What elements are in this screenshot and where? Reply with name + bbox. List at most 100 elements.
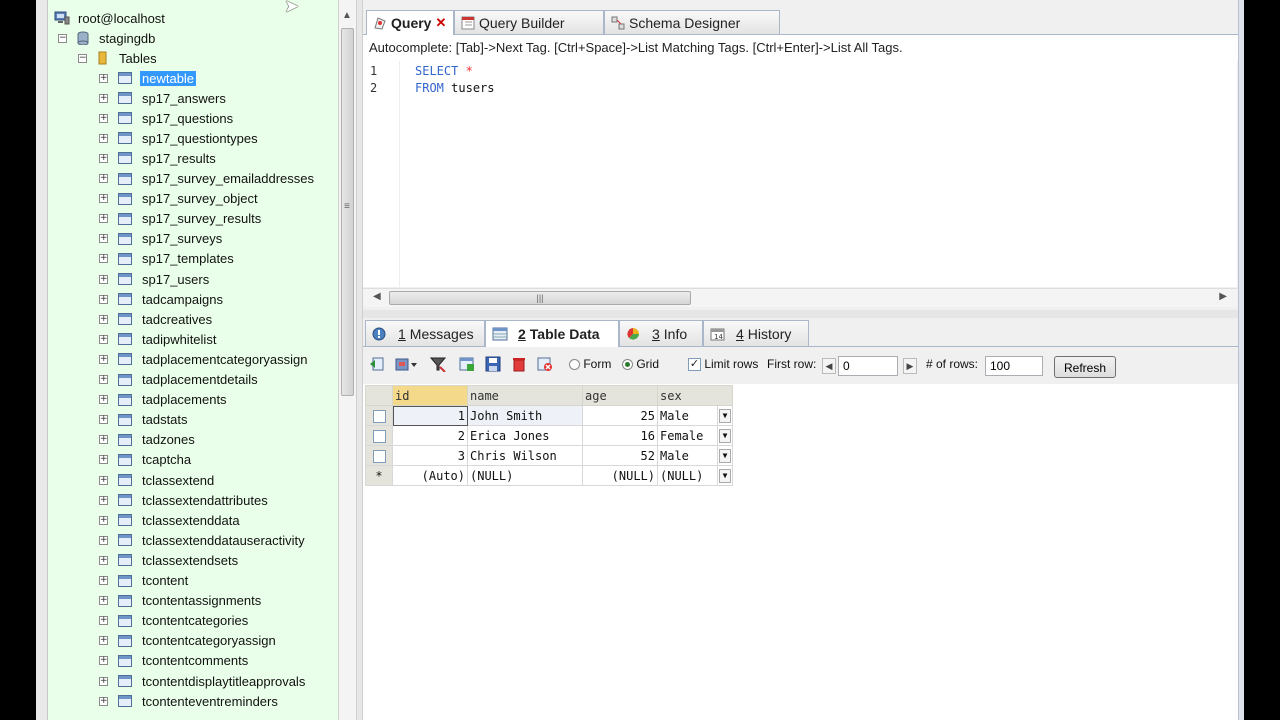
editor-hscrollbar[interactable]: ◀ ||| ▶ <box>363 288 1237 307</box>
cell-sex[interactable]: Female <box>657 425 718 446</box>
tree-table-item[interactable]: + tcontent <box>99 571 190 591</box>
code-line[interactable]: SELECT * <box>415 64 473 78</box>
tree-table-item[interactable]: + sp17_answers <box>99 88 228 108</box>
delete-icon[interactable] <box>511 356 527 372</box>
cell-id[interactable]: 2 <box>392 425 468 446</box>
tree-table-item[interactable]: + tcontentdisplaytitleapprovals <box>99 671 307 691</box>
tree-table-item[interactable]: + tcaptcha <box>99 450 193 470</box>
expand-icon[interactable]: + <box>99 576 108 585</box>
collapse-icon[interactable]: − <box>78 53 87 63</box>
filter-icon[interactable] <box>429 356 447 373</box>
row-checkbox[interactable] <box>372 409 386 423</box>
tree-table-item[interactable]: + tadplacements <box>99 390 229 410</box>
view-form-option[interactable]: Form <box>569 357 611 371</box>
cell-name[interactable]: Erica Jones <box>467 425 583 446</box>
tree-table-item[interactable]: + sp17_questions <box>99 108 235 128</box>
dropdown-arrow-icon[interactable]: ▼ <box>719 448 731 463</box>
copy-dropdown-icon[interactable] <box>395 356 419 372</box>
expand-icon[interactable]: + <box>99 636 108 646</box>
tab-query-builder[interactable]: Query Builder <box>454 10 604 34</box>
vertical-splitter[interactable] <box>356 0 363 720</box>
cell-sex[interactable]: (NULL) <box>657 465 718 486</box>
cell-id[interactable]: 1 <box>392 405 468 426</box>
expand-icon[interactable]: + <box>99 455 108 465</box>
column-header-name[interactable]: name <box>467 385 583 406</box>
expand-icon[interactable]: + <box>99 113 108 123</box>
expand-icon[interactable]: + <box>99 415 108 425</box>
tree-table-item[interactable]: + tadipwhitelist <box>99 329 218 349</box>
table-row[interactable]: 1 John Smith 25 Male ▼ <box>365 405 733 426</box>
tab-query[interactable]: Query ✕ <box>366 10 454 35</box>
tab-schema-designer[interactable]: Schema Designer <box>604 10 780 34</box>
tab-history[interactable]: 14 4 History <box>703 320 809 346</box>
tab-info[interactable]: 3 Info <box>619 320 703 346</box>
expand-icon[interactable]: + <box>99 174 108 183</box>
scroll-right-icon[interactable]: ▶ <box>1219 291 1227 302</box>
tree-table-item[interactable]: + sp17_survey_results <box>99 209 263 229</box>
tree-connection[interactable]: root@localhost <box>54 8 167 28</box>
expand-icon[interactable]: + <box>99 495 108 505</box>
tree-table-item[interactable]: + sp17_templates <box>99 249 236 269</box>
scroll-up-icon[interactable]: ▲ <box>342 10 352 21</box>
expand-icon[interactable]: + <box>99 254 108 264</box>
expand-icon[interactable]: + <box>99 375 108 384</box>
refresh-button[interactable]: Refresh <box>1054 356 1116 378</box>
cell-age[interactable]: 52 <box>582 445 658 466</box>
close-tab-icon[interactable]: ✕ <box>435 15 446 31</box>
cell-age[interactable]: (NULL) <box>582 465 658 486</box>
expand-icon[interactable]: + <box>99 676 108 686</box>
tree-table-item[interactable]: + tcontenteventreminders <box>99 691 280 711</box>
expand-icon[interactable]: + <box>99 616 108 626</box>
row-checkbox[interactable] <box>372 429 386 443</box>
expand-icon[interactable]: + <box>99 395 108 405</box>
form-radio[interactable] <box>569 359 580 371</box>
dropdown-arrow-icon[interactable]: ▼ <box>719 428 731 443</box>
expand-icon[interactable]: + <box>99 314 108 324</box>
cell-id[interactable]: (Auto) <box>392 465 468 486</box>
expand-icon[interactable]: + <box>99 274 108 284</box>
tree-table-item[interactable]: + sp17_survey_object <box>99 189 260 209</box>
tree-table-item[interactable]: + tcontentcomments <box>99 651 250 671</box>
editor-hscroll-thumb[interactable]: ||| <box>389 291 691 305</box>
grid-corner[interactable] <box>365 385 393 406</box>
expand-icon[interactable]: + <box>99 294 108 304</box>
expand-icon[interactable]: + <box>99 555 108 565</box>
cancel-changes-icon[interactable] <box>537 356 553 372</box>
dropdown-arrow-icon[interactable]: ▼ <box>719 468 731 483</box>
tree-table-item[interactable]: + sp17_surveys <box>99 229 224 249</box>
expand-icon[interactable]: + <box>99 354 108 364</box>
column-header-sex[interactable]: sex <box>657 385 733 406</box>
scroll-left-icon[interactable]: ◀ <box>373 291 381 302</box>
tree-table-item[interactable]: + sp17_results <box>99 148 218 168</box>
cell-id[interactable]: 3 <box>392 445 468 466</box>
tree-table-item[interactable]: + tadcreatives <box>99 309 214 329</box>
expand-icon[interactable]: + <box>99 696 108 706</box>
tree-table-item[interactable]: + sp17_survey_emailaddresses <box>99 169 316 189</box>
expand-icon[interactable]: + <box>99 334 108 344</box>
grid-radio[interactable] <box>622 359 633 371</box>
tree-tables-folder[interactable]: − Tables <box>78 48 159 68</box>
tree-table-item[interactable]: + tadstats <box>99 410 190 430</box>
sql-editor[interactable]: 1 2 SELECT * FROM tusers <box>363 61 1237 287</box>
tree-table-item[interactable]: + tadplacementdetails <box>99 370 260 390</box>
expand-icon[interactable]: + <box>99 535 108 545</box>
view-grid-option[interactable]: Grid <box>622 357 659 371</box>
cell-sex[interactable]: Male <box>657 405 718 426</box>
expand-icon[interactable]: + <box>99 194 108 204</box>
cell-name[interactable]: John Smith <box>467 405 583 426</box>
expand-icon[interactable]: + <box>99 596 108 606</box>
expand-icon[interactable]: + <box>99 515 108 525</box>
save-icon[interactable] <box>485 356 501 372</box>
cell-sex[interactable]: Male <box>657 445 718 466</box>
num-rows-input[interactable] <box>985 356 1043 376</box>
tree-table-item[interactable]: + tclassextendsets <box>99 550 240 570</box>
tree-table-item[interactable]: + tclassextenddatauseractivity <box>99 530 307 550</box>
limit-rows-option[interactable]: ✓ Limit rows <box>688 357 758 372</box>
limit-rows-checkbox[interactable]: ✓ <box>688 358 701 372</box>
next-page-icon[interactable]: ▶ <box>903 358 917 374</box>
tree-table-item[interactable]: + newtable <box>99 68 197 88</box>
tab-table-data[interactable]: 2 Table Data <box>485 320 619 347</box>
cell-age[interactable]: 25 <box>582 405 658 426</box>
code-line[interactable]: FROM tusers <box>415 81 495 95</box>
add-row-icon[interactable] <box>459 356 475 372</box>
